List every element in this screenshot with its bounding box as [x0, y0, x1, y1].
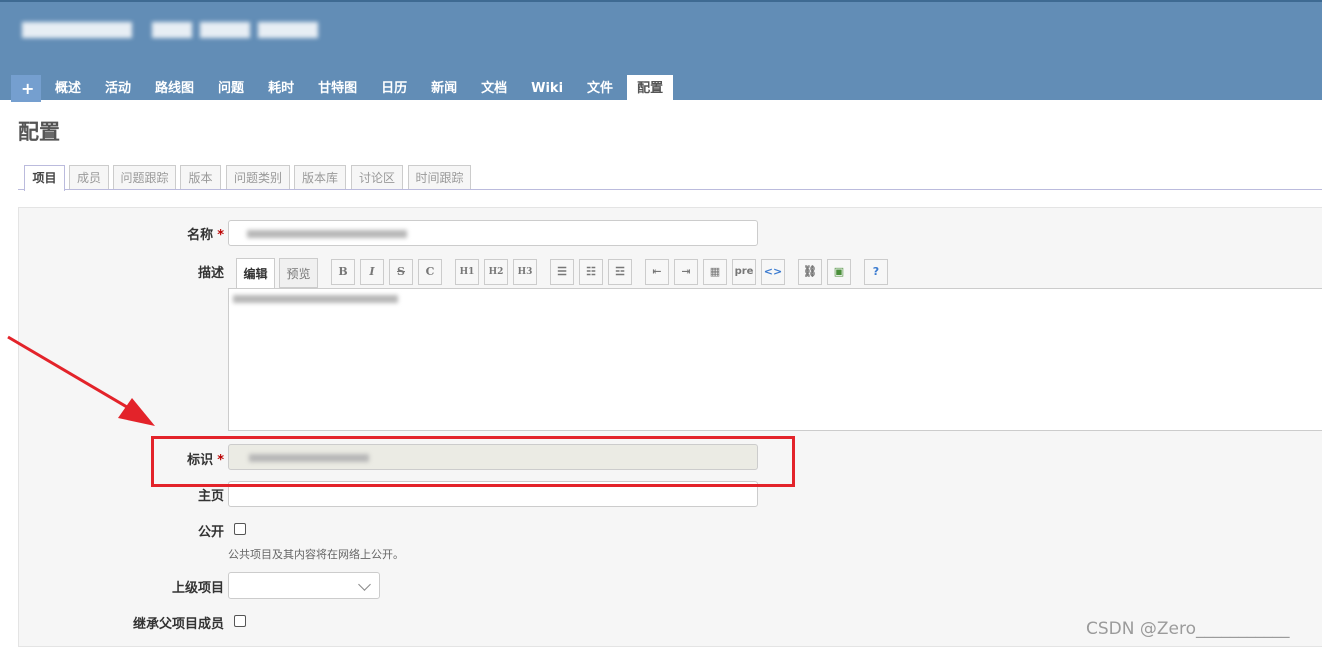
annotation-arrow-head	[118, 398, 155, 426]
annotation-arrow-shaft	[7, 335, 133, 412]
annotation-arrow	[7, 335, 155, 426]
watermark: CSDN @Zero___________	[1086, 619, 1290, 639]
